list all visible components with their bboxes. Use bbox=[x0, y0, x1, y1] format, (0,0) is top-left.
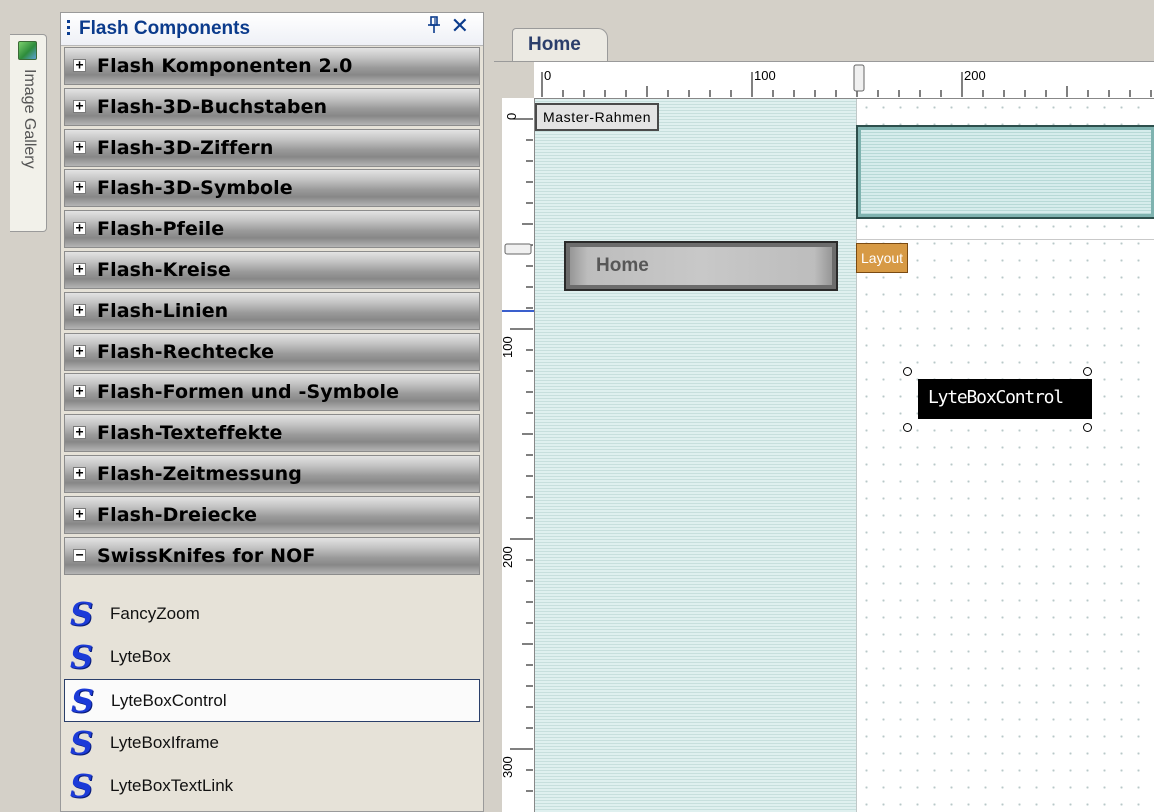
group-swissknifes[interactable]: − SwissKnifes for NOF bbox=[64, 536, 480, 575]
group-label: Flash-Kreise bbox=[97, 258, 231, 281]
horizontal-ruler-ticks bbox=[541, 64, 1152, 97]
home-nav-button[interactable]: Home bbox=[564, 241, 838, 291]
group-flash-rechtecke[interactable]: + Flash-Rechtecke bbox=[64, 332, 480, 371]
horizontal-ruler[interactable]: 0 100 200 bbox=[534, 62, 1154, 99]
expand-icon[interactable]: + bbox=[73, 59, 86, 72]
expand-icon[interactable]: + bbox=[73, 99, 86, 113]
master-frame-area bbox=[535, 99, 856, 812]
resize-handle-bottom-right[interactable] bbox=[1083, 423, 1092, 432]
swissknife-s-icon: S bbox=[70, 595, 94, 633]
expand-icon[interactable]: + bbox=[73, 303, 86, 317]
group-label: Flash-Pfeile bbox=[97, 218, 225, 241]
group-label: Flash-Linien bbox=[97, 299, 229, 322]
group-label: Flash-Dreiecke bbox=[97, 503, 258, 526]
ruler-v-200: 200 bbox=[500, 546, 515, 568]
expand-icon[interactable]: + bbox=[73, 262, 86, 276]
vertical-ruler[interactable]: 0 100 200 300 bbox=[500, 98, 535, 812]
image-gallery-icon bbox=[18, 41, 37, 60]
resize-handle-top-left[interactable] bbox=[903, 367, 912, 376]
expand-icon[interactable]: + bbox=[73, 140, 86, 154]
group-label: Flash-3D-Symbole bbox=[97, 177, 293, 200]
image-gallery-tab[interactable]: Image Gallery bbox=[10, 34, 47, 232]
swissknife-s-icon: S bbox=[70, 638, 94, 676]
gallery-strip: Image Gallery bbox=[0, 0, 60, 812]
expand-icon[interactable]: + bbox=[73, 344, 86, 358]
ruler-v-100: 100 bbox=[500, 336, 515, 358]
ruler-h-0: 0 bbox=[544, 68, 552, 83]
expand-icon[interactable]: + bbox=[73, 466, 86, 480]
swissknife-s-icon: S bbox=[70, 767, 94, 805]
group-label: Flash-Rechtecke bbox=[97, 340, 275, 363]
home-nav-button-label: Home bbox=[596, 255, 649, 276]
document-area: Home 0 100 200 0 100 200 300 Master-Rahm… bbox=[494, 0, 1154, 812]
group-flash-3d-symbole[interactable]: + Flash-3D-Symbole bbox=[64, 169, 480, 208]
component-label: FancyZoom bbox=[110, 604, 200, 623]
component-item-lytebox[interactable]: S LyteBox bbox=[64, 636, 480, 679]
master-frame-label[interactable]: Master-Rahmen bbox=[535, 103, 660, 131]
ruler-slider-handle[interactable] bbox=[853, 64, 865, 92]
group-label: Flash-3D-Buchstaben bbox=[97, 95, 328, 118]
ruler-v-300: 300 bbox=[500, 756, 515, 778]
lyteboxcontrol-component[interactable]: LyteBoxControl bbox=[918, 379, 1092, 419]
ruler-corner bbox=[502, 62, 534, 98]
resize-handle-bottom-left[interactable] bbox=[903, 423, 912, 432]
group-label: Flash-Texteffekte bbox=[97, 422, 283, 445]
ruler-slider-handle[interactable] bbox=[504, 243, 532, 255]
swissknife-s-icon: S bbox=[70, 724, 94, 762]
tab-home[interactable]: Home bbox=[512, 28, 608, 62]
collapse-icon[interactable]: − bbox=[73, 548, 86, 562]
component-item-lyteboxtextlink[interactable]: S LyteBoxTextLink bbox=[64, 765, 480, 808]
flash-components-panel: Flash Components ✕ + Flash Komponenten 2… bbox=[60, 12, 484, 812]
ruler-h-200: 200 bbox=[964, 68, 986, 83]
group-flash-3d-ziffern[interactable]: + Flash-3D-Ziffern bbox=[64, 128, 480, 167]
group-list: + Flash Komponenten 2.0 + Flash-3D-Buchs… bbox=[64, 47, 480, 577]
component-list: S FancyZoom S LyteBox S LyteBoxControl S… bbox=[64, 593, 480, 808]
component-item-fancyzoom[interactable]: S FancyZoom bbox=[64, 593, 480, 636]
expand-icon[interactable]: + bbox=[73, 181, 86, 195]
group-flash-zeitmessung[interactable]: + Flash-Zeitmessung bbox=[64, 454, 480, 493]
expand-icon[interactable]: + bbox=[73, 222, 86, 236]
group-label: SwissKnifes for NOF bbox=[97, 544, 316, 567]
component-label: LyteBox bbox=[110, 647, 171, 666]
group-label: Flash-3D-Ziffern bbox=[97, 136, 274, 159]
group-label: Flash-Formen und -Symbole bbox=[97, 381, 400, 404]
image-gallery-label: Image Gallery bbox=[21, 69, 38, 169]
panel-title: Flash Components bbox=[79, 18, 251, 39]
group-flash-3d-buchstaben[interactable]: + Flash-3D-Buchstaben bbox=[64, 87, 480, 126]
group-flash-komponenten[interactable]: + Flash Komponenten 2.0 bbox=[64, 47, 480, 85]
page-canvas[interactable]: Master-Rahmen Layout Home LyteBoxControl bbox=[535, 99, 1154, 812]
pin-icon[interactable] bbox=[427, 16, 441, 39]
group-flash-texteffekte[interactable]: + Flash-Texteffekte bbox=[64, 414, 480, 453]
component-label: LyteBoxIframe bbox=[110, 733, 219, 752]
component-item-lyteboxiframe[interactable]: S LyteBoxIframe bbox=[64, 722, 480, 765]
group-flash-dreiecke[interactable]: + Flash-Dreiecke bbox=[64, 495, 480, 534]
group-flash-pfeile[interactable]: + Flash-Pfeile bbox=[64, 210, 480, 249]
group-flash-formen[interactable]: + Flash-Formen und -Symbole bbox=[64, 373, 480, 412]
expand-icon[interactable]: + bbox=[73, 426, 86, 440]
ruler-v-0: 0 bbox=[504, 112, 519, 120]
vertical-ruler-ticks bbox=[502, 118, 534, 792]
component-label: LyteBoxTextLink bbox=[110, 776, 234, 795]
layout-separator bbox=[856, 239, 1154, 240]
group-flash-kreise[interactable]: + Flash-Kreise bbox=[64, 250, 480, 289]
component-label: LyteBoxControl bbox=[111, 691, 227, 710]
ruler-h-100: 100 bbox=[754, 68, 776, 83]
lyteboxcontrol-label: LyteBoxControl bbox=[928, 387, 1064, 408]
panel-grip-icon[interactable] bbox=[67, 20, 70, 38]
component-item-lyteboxcontrol[interactable]: S LyteBoxControl bbox=[64, 679, 480, 722]
expand-icon[interactable]: + bbox=[73, 507, 86, 521]
group-label: Flash Komponenten 2.0 bbox=[97, 55, 353, 77]
header-banner[interactable] bbox=[856, 125, 1154, 219]
group-flash-linien[interactable]: + Flash-Linien bbox=[64, 291, 480, 330]
tab-home-label: Home bbox=[528, 34, 581, 55]
expand-icon[interactable]: + bbox=[73, 385, 86, 399]
swissknife-s-icon: S bbox=[71, 682, 95, 720]
panel-titlebar: Flash Components ✕ bbox=[61, 13, 483, 46]
close-icon[interactable]: ✕ bbox=[451, 14, 469, 39]
group-label: Flash-Zeitmessung bbox=[97, 462, 302, 485]
layout-label[interactable]: Layout bbox=[856, 243, 909, 273]
resize-handle-top-right[interactable] bbox=[1083, 367, 1092, 376]
